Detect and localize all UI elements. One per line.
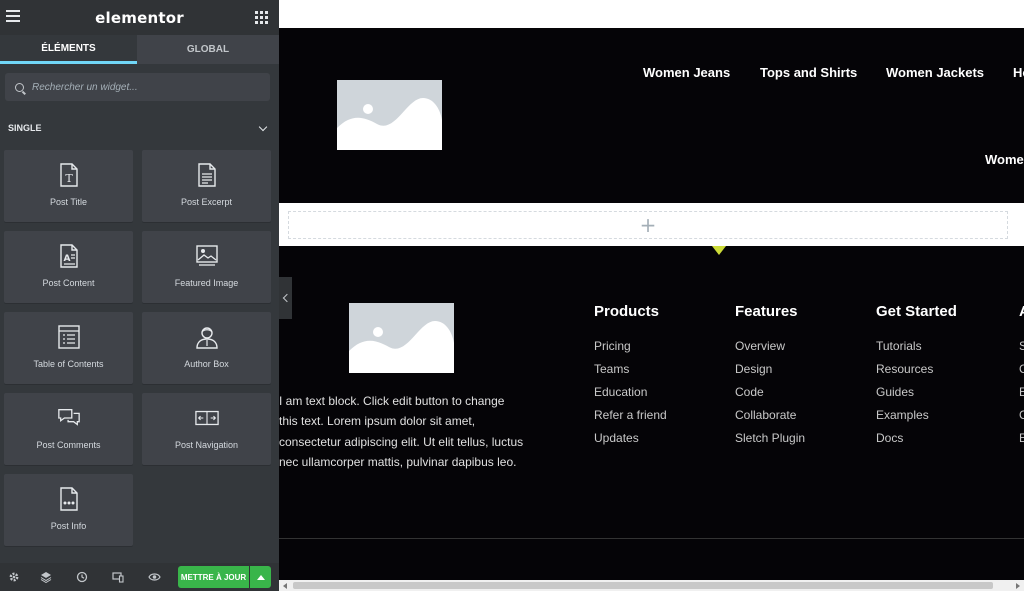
footer-link[interactable]: Design (735, 362, 772, 376)
nav-item-women-jackets[interactable]: Women Jackets (886, 65, 984, 80)
widget-author-box[interactable]: Author Box (142, 312, 271, 384)
logo-image-placeholder[interactable] (337, 80, 442, 150)
scroll-left-arrow[interactable] (283, 583, 287, 589)
column-title-get-started: Get Started (876, 303, 957, 320)
horizontal-scrollbar[interactable] (279, 580, 1024, 591)
footer-section[interactable]: I am text block. Click edit button to ch… (279, 246, 1024, 591)
tab-elements[interactable]: ÉLÉMENTS (0, 35, 137, 64)
update-button[interactable]: METTRE À JOUR (178, 566, 249, 588)
nav-item-women-jeans[interactable]: Women Jeans (643, 65, 730, 80)
column-title-features: Features (735, 303, 798, 320)
scroll-right-arrow[interactable] (1016, 583, 1020, 589)
panel-tabs: ÉLÉMENTS GLOBAL (0, 35, 279, 64)
widget-label: Table of Contents (33, 359, 104, 369)
widget-label: Post Content (42, 278, 95, 288)
post-info-icon (57, 486, 81, 512)
footer-link[interactable]: Docs (876, 431, 903, 445)
post-excerpt-icon (195, 162, 219, 188)
column-title-clipped: A (1019, 303, 1024, 320)
widget-featured-image[interactable]: Featured Image (142, 231, 271, 303)
footer-link[interactable]: Overview (735, 339, 785, 353)
widget-label: Post Comments (36, 440, 101, 450)
editor-preview: Women Jeans Tops and Shirts Women Jacket… (279, 0, 1024, 591)
widget-post-content[interactable]: A Post Content (4, 231, 133, 303)
collapse-panel-button[interactable] (279, 277, 292, 319)
widgets-grid-icon[interactable] (255, 11, 268, 24)
footer-link[interactable]: Resources (876, 362, 933, 376)
chevron-down-icon (258, 122, 268, 131)
widget-table-of-contents[interactable]: Table of Contents (4, 312, 133, 384)
nav-item-wome[interactable]: Wome (985, 152, 1024, 167)
table-of-contents-icon (57, 324, 81, 350)
panel-header: elementor (0, 0, 279, 35)
tab-global[interactable]: GLOBAL (137, 35, 279, 64)
section-handle-marker[interactable] (712, 246, 726, 255)
widget-label: Author Box (184, 359, 229, 369)
nav-item-tops-and-shirts[interactable]: Tops and Shirts (760, 65, 857, 80)
category-title: SINGLE (8, 123, 42, 133)
nav-item-ho[interactable]: Ho (1013, 65, 1024, 80)
widget-label: Post Excerpt (180, 197, 233, 207)
elementor-panel: elementor ÉLÉMENTS GLOBAL SINGLE T Post … (0, 0, 279, 591)
footer-link[interactable]: Code (735, 385, 764, 399)
svg-text:T: T (65, 172, 73, 185)
footer-link[interactable]: E (1019, 385, 1024, 399)
post-navigation-icon (194, 405, 219, 431)
layers-icon[interactable] (28, 563, 64, 591)
widget-post-navigation[interactable]: Post Navigation (142, 393, 271, 465)
footer-link[interactable]: Tutorials (876, 339, 922, 353)
preview-eye-icon[interactable] (136, 563, 172, 591)
search-icon (15, 82, 24, 92)
footer-link[interactable]: Collaborate (735, 408, 796, 422)
column-title-products: Products (594, 303, 660, 320)
author-box-icon (195, 324, 219, 350)
footer-link[interactable]: C (1019, 362, 1024, 376)
post-content-icon: A (57, 243, 81, 269)
widget-post-info[interactable]: Post Info (4, 474, 133, 546)
footer-link[interactable]: Pricing (594, 339, 631, 353)
add-section-dropzone[interactable]: + (288, 211, 1008, 239)
elementor-logo: elementor (95, 8, 184, 27)
footer-link[interactable]: Examples (876, 408, 929, 422)
history-icon[interactable] (64, 563, 100, 591)
widget-label: Featured Image (174, 278, 239, 288)
footer-link[interactable]: Sletch Plugin (735, 431, 805, 445)
footer-link[interactable]: Teams (594, 362, 629, 376)
widget-post-title[interactable]: T Post Title (4, 150, 133, 222)
footer-link[interactable]: S (1019, 339, 1024, 353)
footer-link[interactable]: Refer a friend (594, 408, 667, 422)
responsive-icon[interactable] (100, 563, 136, 591)
widget-label: Post Navigation (174, 440, 239, 450)
footer-link[interactable]: E (1019, 431, 1024, 445)
hamburger-menu-icon[interactable] (6, 10, 20, 22)
svg-text:A: A (63, 254, 70, 264)
widget-search (5, 73, 270, 101)
add-section-area: + (279, 203, 1024, 246)
post-comments-icon (57, 405, 81, 431)
widget-post-comments[interactable]: Post Comments (4, 393, 133, 465)
category-single-header[interactable]: SINGLE (8, 121, 270, 135)
footer-link[interactable]: Education (594, 385, 647, 399)
footer-link[interactable]: C (1019, 408, 1024, 422)
footer-image-placeholder[interactable] (349, 303, 454, 373)
settings-icon[interactable] (0, 563, 28, 591)
widget-post-excerpt[interactable]: Post Excerpt (142, 150, 271, 222)
footer-text-block[interactable]: I am text block. Click edit button to ch… (279, 391, 524, 472)
scrollbar-thumb[interactable] (293, 582, 993, 589)
save-options-button[interactable] (250, 566, 271, 588)
widget-label: Post Title (49, 197, 87, 207)
featured-image-icon (195, 243, 219, 269)
header-section[interactable]: Women Jeans Tops and Shirts Women Jacket… (279, 28, 1024, 203)
footer-divider (279, 538, 1024, 539)
footer-link[interactable]: Guides (876, 385, 914, 399)
footer-link[interactable]: Updates (594, 431, 639, 445)
post-title-icon: T (57, 162, 81, 188)
widget-label: Post Info (50, 521, 87, 531)
plus-icon: + (639, 213, 657, 237)
search-input[interactable] (32, 81, 252, 93)
